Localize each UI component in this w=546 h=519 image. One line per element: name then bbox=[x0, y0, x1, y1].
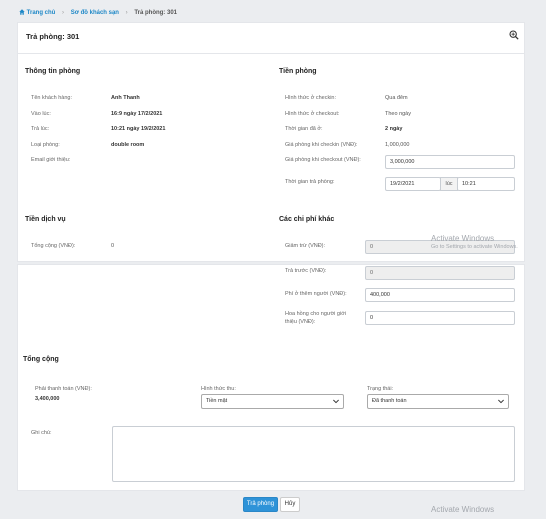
checkout-time-label: Trả lúc: bbox=[31, 126, 50, 132]
payment-status-select[interactable]: Đã thanh toán bbox=[367, 394, 509, 409]
note-textarea[interactable] bbox=[112, 426, 515, 482]
checkin-time-value: 16:9 ngày 17/2/2021 bbox=[111, 111, 163, 117]
payment-method-select[interactable]: Tiền mặt bbox=[201, 394, 344, 409]
referral-email-label: Email giới thiệu: bbox=[31, 157, 71, 163]
payable-value: 3,400,000 bbox=[35, 396, 60, 402]
page-title: Trả phòng: 301 bbox=[26, 32, 80, 41]
checkout-price-label: Giá phòng khi checkout (VNĐ): bbox=[285, 157, 361, 163]
checkout-price-input[interactable]: 3,000,000 bbox=[385, 155, 515, 169]
stay-duration-label: Thời gian đã ở: bbox=[285, 126, 323, 132]
breadcrumb: Trang chủ › Sơ đồ khách sạn › Trả phòng:… bbox=[19, 9, 177, 16]
prepaid-label: Trả trước (VNĐ): bbox=[285, 268, 327, 274]
commission-label-line-1: Hoa hồng cho người giới bbox=[285, 311, 347, 317]
payment-status-value: Đã thanh toán bbox=[372, 398, 407, 404]
breadcrumb-home[interactable]: Trang chủ bbox=[19, 9, 57, 16]
card-header: Trả phòng: 301 bbox=[18, 23, 524, 54]
zoom-in-icon[interactable] bbox=[509, 30, 519, 40]
checkout-card-continued: Trả trước (VNĐ): 0 Phí ở thêm người (VNĐ… bbox=[17, 264, 525, 491]
room-type-value: double room bbox=[111, 142, 145, 148]
payable-label: Phải thanh toán (VNĐ): bbox=[35, 386, 92, 392]
note-label: Ghi chú: bbox=[31, 430, 52, 436]
checkin-time-label: Vào lúc: bbox=[31, 111, 51, 117]
customer-name-value: Anh Thanh bbox=[111, 95, 140, 101]
services-total-label: Tổng cộng (VNĐ): bbox=[31, 243, 76, 249]
payment-method-label: Hình thức thu: bbox=[201, 386, 236, 392]
checkin-mode-label: Hình thức ở checkin: bbox=[285, 95, 337, 101]
watermark-title: Activate Windows bbox=[431, 234, 495, 243]
room-fee-heading: Tiền phòng bbox=[279, 68, 317, 75]
cancel-button[interactable]: Hủy bbox=[280, 497, 300, 512]
commission-input[interactable]: 0 bbox=[365, 311, 515, 325]
return-time-label: Thời gian trả phòng: bbox=[285, 179, 335, 185]
services-heading: Tiền dịch vụ bbox=[25, 216, 66, 223]
checkout-time-value: 10:21 ngày 19/2/2021 bbox=[111, 126, 166, 132]
checkout-mode-value: Theo ngày bbox=[385, 111, 411, 117]
home-icon bbox=[19, 9, 25, 15]
commission-label-line-2: thiệu (VNĐ): bbox=[285, 319, 316, 325]
extra-person-fee-input[interactable]: 400,000 bbox=[365, 288, 515, 302]
checkout-card: Trả phòng: 301 Thông tin phòng Tên khách… bbox=[17, 22, 525, 262]
room-type-label: Loại phòng: bbox=[31, 142, 60, 148]
activate-windows-watermark-bottom: Activate Windows bbox=[431, 505, 494, 514]
chevron-down-icon bbox=[498, 399, 504, 404]
return-date-input[interactable]: 19/2/2021 bbox=[385, 177, 441, 191]
payment-status-label: Trạng thái: bbox=[367, 386, 394, 392]
breadcrumb-current: Trả phòng: 301 bbox=[134, 10, 177, 16]
activate-windows-watermark: Activate Windows Go to Settings to activ… bbox=[431, 234, 518, 250]
room-info-heading: Thông tin phòng bbox=[25, 68, 81, 75]
breadcrumb-separator: › bbox=[62, 10, 65, 16]
breadcrumb-hotel-map[interactable]: Sơ đồ khách sạn bbox=[71, 10, 119, 16]
breadcrumb-separator: › bbox=[125, 10, 128, 16]
payment-method-value: Tiền mặt bbox=[206, 398, 228, 404]
discount-label: Giảm trừ (VNĐ): bbox=[285, 243, 326, 249]
commission-label: Hoa hồng cho người giới thiệu (VNĐ): bbox=[285, 310, 346, 326]
summary-heading: Tổng cộng bbox=[23, 356, 59, 363]
breadcrumb-home-label: Trang chủ bbox=[26, 10, 56, 16]
checkin-price-label: Giá phòng khi checkin (VNĐ): bbox=[285, 142, 358, 148]
services-total-value: 0 bbox=[111, 243, 115, 249]
chevron-down-icon bbox=[333, 399, 339, 404]
checkout-button[interactable]: Trả phòng bbox=[243, 497, 278, 512]
watermark-subtitle: Go to Settings to activate Windows. bbox=[431, 244, 518, 250]
checkin-price-value: 1,000,000 bbox=[385, 142, 410, 148]
at-addon: lúc bbox=[440, 177, 458, 191]
return-hour-input[interactable]: 10:21 bbox=[457, 177, 515, 191]
extra-person-fee-label: Phí ở thêm người (VNĐ): bbox=[285, 291, 347, 297]
customer-name-label: Tên khách hàng: bbox=[31, 95, 72, 101]
stay-duration-value: 2 ngày bbox=[385, 126, 403, 132]
watermark-title: Activate Windows bbox=[431, 505, 495, 514]
other-fees-heading: Các chi phí khác bbox=[279, 216, 335, 223]
checkin-mode-value: Qua đêm bbox=[385, 95, 408, 101]
prepaid-input[interactable]: 0 bbox=[365, 266, 515, 280]
checkout-mode-label: Hình thức ở checkout: bbox=[285, 111, 340, 117]
